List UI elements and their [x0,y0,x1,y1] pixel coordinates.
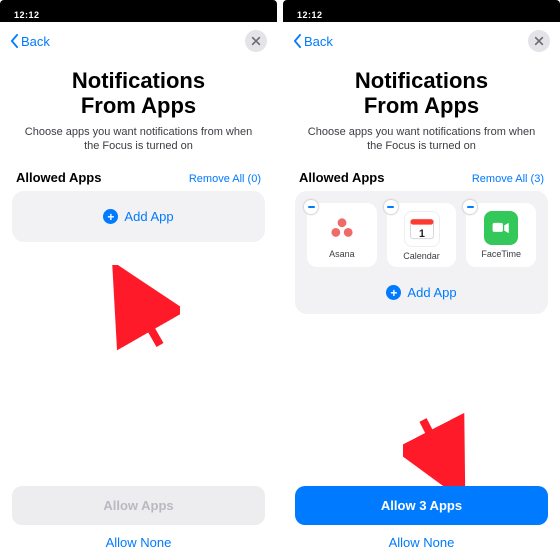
allowed-apps-heading: Allowed Apps [16,170,101,185]
add-app-label: Add App [124,209,173,224]
asana-icon [325,211,359,245]
chevron-left-icon [293,34,302,48]
allowed-apps-header: Allowed Apps Remove All (3) [283,170,560,191]
footer: Allow 3 Apps Allow None [283,486,560,560]
footer: Allow Apps Allow None [0,486,277,560]
back-label: Back [21,34,50,49]
nav-bar: Back [0,22,277,56]
plus-circle-icon: + [386,285,401,300]
page-title: Notifications From Apps [0,56,277,125]
page-title: Notifications From Apps [283,56,560,125]
allow-none-button[interactable]: Allow None [295,525,548,554]
screen-empty-state: 12:12 Back Notifications From Apps Choos… [0,0,277,560]
app-tile-facetime[interactable]: FaceTime [466,203,536,267]
page-subtitle: Choose apps you want notifications from … [0,125,277,171]
allow-none-button[interactable]: Allow None [12,525,265,554]
add-app-label: Add App [407,285,456,300]
calendar-icon: 1 [404,211,440,247]
app-name: FaceTime [481,249,521,259]
add-app-button[interactable]: + Add App [295,275,548,314]
remove-all-button[interactable]: Remove All (0) [189,173,261,185]
allowed-apps-card: + Add App [12,191,265,242]
allowed-apps-heading: Allowed Apps [299,170,384,185]
remove-app-button[interactable] [383,199,399,215]
close-button[interactable] [245,30,267,52]
app-tile-asana[interactable]: Asana [307,203,377,267]
close-icon [534,36,544,46]
close-icon [251,36,261,46]
status-bar: 12:12 [283,0,560,22]
side-by-side: 12:12 Back Notifications From Apps Choos… [0,0,560,560]
svg-text:1: 1 [419,228,425,240]
remove-all-button[interactable]: Remove All (3) [472,173,544,185]
nav-bar: Back [283,22,560,56]
add-app-button[interactable]: + Add App [12,191,265,242]
back-label: Back [304,34,333,49]
back-button[interactable]: Back [10,34,50,49]
app-name: Calendar [403,251,440,261]
allowed-apps-card: Asana 1 Calendar [295,191,548,314]
plus-circle-icon: + [103,209,118,224]
apps-grid: Asana 1 Calendar [295,191,548,275]
status-time: 12:12 [14,10,40,20]
close-button[interactable] [528,30,550,52]
status-time: 12:12 [297,10,323,20]
back-button[interactable]: Back [293,34,333,49]
remove-app-button[interactable] [303,199,319,215]
status-bar: 12:12 [0,0,277,22]
app-name: Asana [329,249,355,259]
remove-app-button[interactable] [462,199,478,215]
screen-apps-selected: 12:12 Back Notifications From Apps Choos… [283,0,560,560]
allow-apps-button: Allow Apps [12,486,265,525]
pointer-arrow-icon [90,265,180,355]
allow-apps-button[interactable]: Allow 3 Apps [295,486,548,525]
chevron-left-icon [10,34,19,48]
page-subtitle: Choose apps you want notifications from … [283,125,560,171]
app-tile-calendar[interactable]: 1 Calendar [387,203,457,267]
allowed-apps-header: Allowed Apps Remove All (0) [0,170,277,191]
facetime-icon [484,211,518,245]
